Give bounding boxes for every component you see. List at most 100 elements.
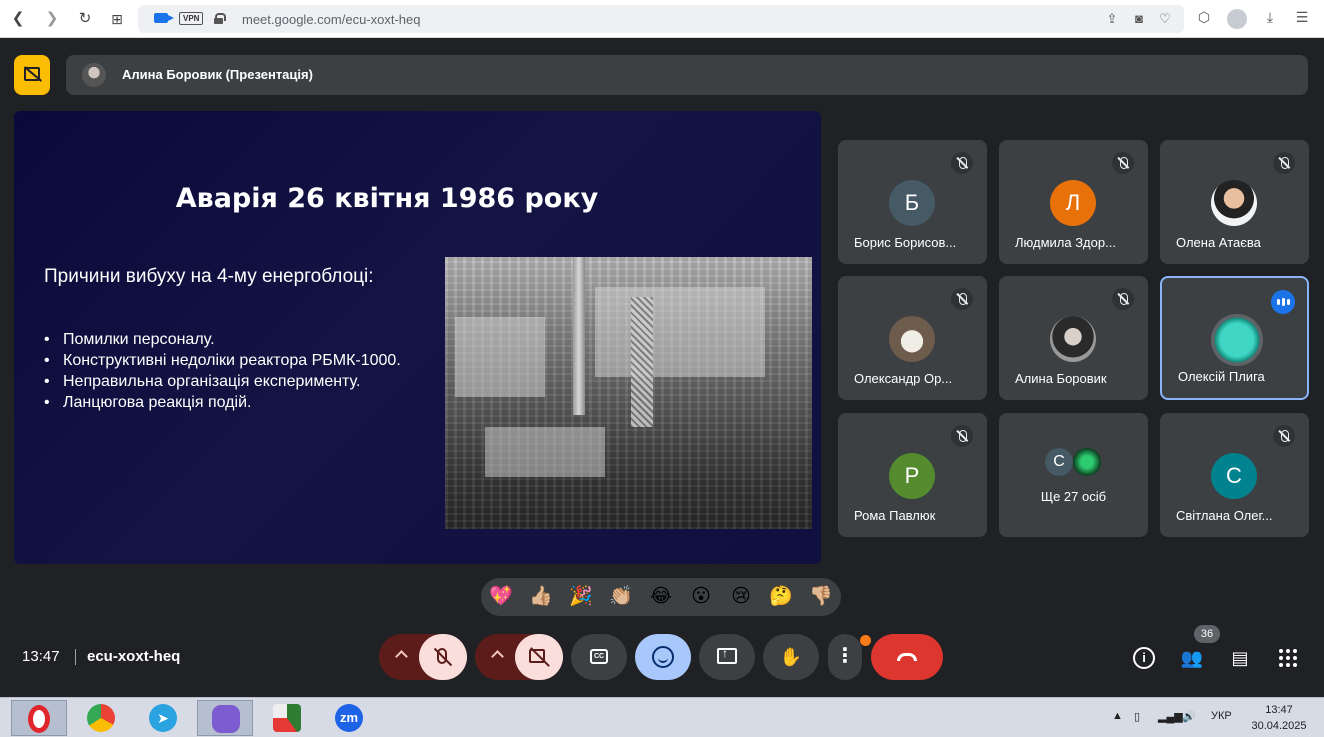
zoom-taskbar-button[interactable]: zm — [321, 700, 377, 736]
mic-muted-icon — [1112, 288, 1134, 310]
participant-name: Людмила Здор... — [1015, 235, 1116, 250]
video-options-chevron-icon[interactable] — [491, 650, 504, 663]
raise-hand-button[interactable]: ✋ — [763, 634, 819, 680]
viber-taskbar-button[interactable] — [197, 700, 253, 736]
reaction-surprised-button[interactable]: 😮 — [688, 585, 714, 609]
camera-control — [475, 634, 563, 680]
participant-tile[interactable]: Л Людмила Здор... — [999, 140, 1148, 264]
snapshot-icon[interactable]: ◙ — [1131, 11, 1147, 26]
telegram-taskbar-button[interactable]: ➤ — [135, 700, 191, 736]
people-count-badge: 36 — [1194, 625, 1220, 643]
reactions-button[interactable] — [635, 634, 691, 680]
profile-avatar[interactable] — [1227, 9, 1247, 29]
stop-presenting-button[interactable] — [14, 55, 50, 95]
avatar — [1211, 180, 1257, 226]
zoom-icon: zm — [335, 704, 363, 732]
participant-tile[interactable]: Олена Атаєва — [1160, 140, 1309, 264]
avatar: Р — [889, 453, 935, 499]
download-icon[interactable]: ⤓ — [1261, 9, 1279, 26]
slide-bullet-list: Помилки персоналу. Конструктивні недолік… — [44, 329, 401, 413]
list-item: Неправильна організація експерименту. — [44, 371, 401, 392]
presenter-label: Алина Боровик (Презентація) — [122, 67, 313, 82]
url-text[interactable]: meet.google.com/ecu-xoxt-heq — [242, 12, 420, 27]
tabs-grid-icon[interactable]: ⊞ — [107, 9, 127, 29]
more-participants-label: Ще 27 осіб — [1040, 489, 1107, 504]
avatar: С — [1211, 453, 1257, 499]
present-screen-icon — [717, 646, 737, 664]
more-options-button[interactable]: ⋮ — [828, 634, 862, 680]
divider — [75, 649, 76, 665]
leave-call-button[interactable] — [871, 634, 943, 680]
chat-icon[interactable]: ▤ — [1228, 646, 1252, 670]
avatar — [1211, 314, 1263, 366]
mic-toggle-button[interactable] — [419, 634, 467, 680]
app-taskbar-button[interactable] — [259, 700, 315, 736]
reaction-clap-button[interactable]: 👏🏼 — [608, 585, 634, 609]
hand-icon: ✋ — [779, 647, 803, 667]
participant-name: Олександр Ор... — [854, 371, 953, 386]
present-button[interactable] — [699, 634, 755, 680]
reaction-laugh-button[interactable]: 😂 — [648, 585, 674, 609]
volume-icon[interactable]: 🔊 — [1182, 710, 1196, 723]
reaction-thumbs-up-button[interactable]: 👍🏼 — [528, 585, 554, 609]
back-icon[interactable]: ❮ — [8, 9, 28, 29]
people-icon[interactable]: 👥 — [1180, 646, 1204, 670]
more-participants-tile[interactable]: С Ще 27 осіб — [999, 413, 1148, 537]
ventilation-stack — [573, 257, 585, 415]
chernobyl-photo — [445, 257, 812, 529]
activities-icon[interactable] — [1279, 649, 1297, 667]
chrome-taskbar-button[interactable] — [73, 700, 129, 736]
presenter-avatar — [82, 63, 106, 87]
opera-taskbar-button[interactable] — [11, 700, 67, 736]
signal-icon[interactable]: ▂▄▆ — [1158, 710, 1183, 723]
mic-muted-icon — [951, 152, 973, 174]
participant-name: Олена Атаєва — [1176, 235, 1261, 250]
audio-options-chevron-icon[interactable] — [395, 650, 408, 663]
address-bar[interactable]: VPN meet.google.com/ecu-xoxt-heq ⇪ ◙ ♡ — [138, 5, 1184, 33]
reaction-thumbs-down-button[interactable]: 👎🏼 — [808, 585, 834, 609]
reaction-heart-button[interactable]: 💖 — [488, 585, 514, 609]
emoji-icon — [652, 646, 674, 668]
participant-tile[interactable]: С Світлана Олег... — [1160, 413, 1309, 537]
camera-toggle-button[interactable] — [515, 634, 563, 680]
share-icon[interactable]: ⇪ — [1104, 11, 1120, 27]
participant-tile[interactable]: Алина Боровик — [999, 276, 1148, 400]
slide-subtitle: Причини вибуху на 4-му енергоблоці: — [44, 266, 374, 287]
avatar: Л — [1050, 180, 1096, 226]
participant-tile-active-speaker[interactable]: Олексій Плига — [1160, 276, 1309, 400]
hang-up-icon — [897, 653, 917, 661]
participant-name: Борис Борисов... — [854, 235, 957, 250]
heart-icon[interactable]: ♡ — [1157, 11, 1173, 27]
vpn-badge[interactable]: VPN — [179, 12, 204, 25]
viber-icon — [212, 705, 240, 733]
menu-icon[interactable]: ☰ — [1293, 9, 1311, 26]
camera-off-icon — [529, 649, 545, 663]
reaction-thinking-button[interactable]: 🤔 — [768, 585, 794, 609]
cube-icon[interactable]: ⬡ — [1195, 9, 1213, 26]
avatar: С — [1045, 448, 1073, 476]
tray-expand-icon[interactable]: ▲ — [1112, 710, 1123, 722]
lock-icon[interactable] — [214, 13, 226, 24]
meeting-code: ecu-xoxt-heq — [87, 648, 181, 665]
reload-icon[interactable]: ↻ — [75, 9, 95, 29]
info-icon[interactable]: i — [1133, 647, 1155, 669]
mic-muted-icon — [1273, 152, 1295, 174]
system-clock[interactable]: 13:47 30.04.2025 — [1250, 702, 1308, 734]
participant-tile[interactable]: Р Рома Павлюк — [838, 413, 987, 537]
microphone-control — [379, 634, 467, 680]
forward-icon[interactable]: ❯ — [42, 9, 62, 29]
avatar: Б — [889, 180, 935, 226]
notification-dot — [860, 635, 871, 646]
captions-button[interactable]: CC — [571, 634, 627, 680]
speaking-indicator-icon — [1271, 290, 1295, 314]
participant-tile[interactable]: Олександр Ор... — [838, 276, 987, 400]
participant-tile[interactable]: Б Борис Борисов... — [838, 140, 987, 264]
reaction-sad-button[interactable]: 😢 — [728, 585, 754, 609]
language-indicator[interactable]: УКР — [1211, 710, 1232, 722]
reaction-party-button[interactable]: 🎉 — [568, 585, 594, 609]
os-taskbar: ➤ zm — [0, 697, 1324, 737]
presentation-slide: Аварія 26 квітня 1986 року Причини вибух… — [14, 111, 821, 564]
battery-icon[interactable]: ▯ — [1134, 710, 1140, 723]
mic-off-icon — [437, 648, 447, 664]
participant-name: Олексій Плига — [1178, 369, 1265, 384]
